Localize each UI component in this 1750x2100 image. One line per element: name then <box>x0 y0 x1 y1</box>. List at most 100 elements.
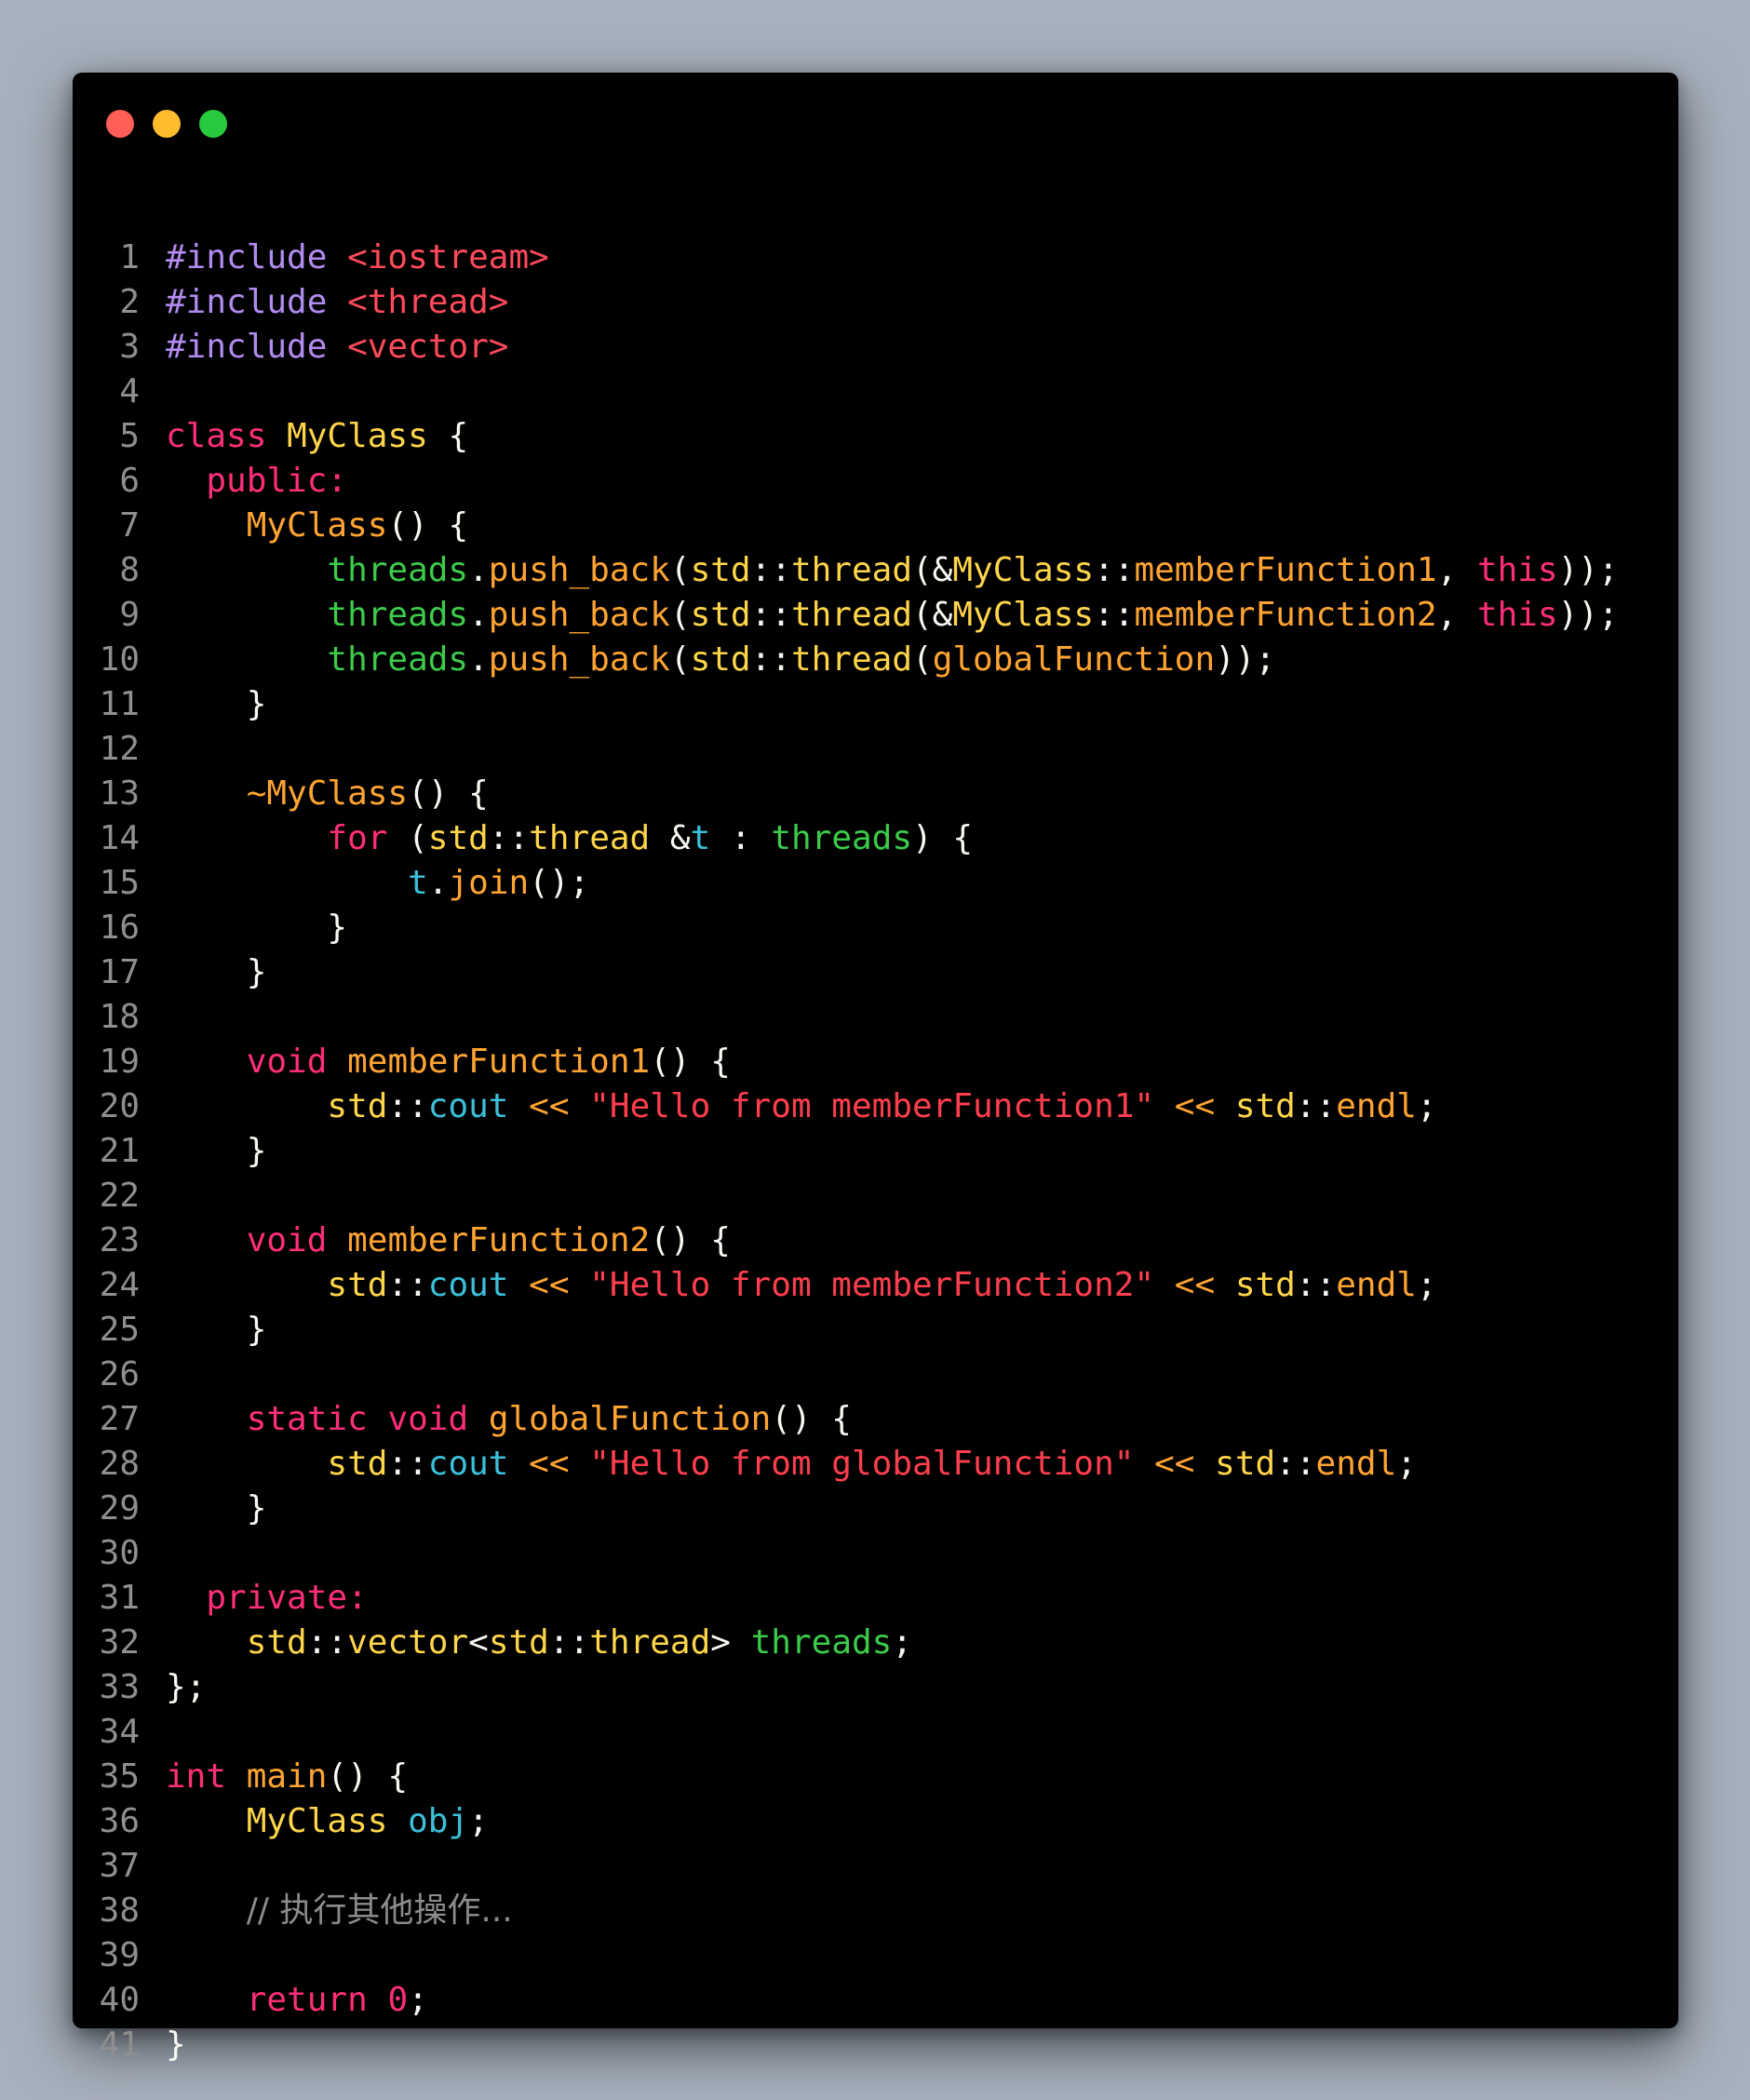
code-line: 22 <box>73 1174 1678 1218</box>
code-token: :: <box>750 596 791 634</box>
code-text: } <box>166 906 1678 950</box>
code-token: this <box>1476 596 1558 634</box>
code-token: this <box>1476 551 1558 589</box>
code-token: memberFunction2 <box>1134 596 1437 634</box>
code-token: static <box>246 1400 368 1438</box>
code-token: , <box>1436 596 1477 634</box>
code-line: 39 <box>73 1933 1678 1978</box>
maximize-button[interactable] <box>199 110 227 138</box>
line-number: 38 <box>99 1891 140 1930</box>
code-line: 38 // 执行其他操作... <box>73 1889 1678 1933</box>
code-line: 19 void memberFunction1() { <box>73 1040 1678 1084</box>
code-line: 35 int main() { <box>73 1755 1678 1799</box>
line-number: 28 <box>99 1445 140 1483</box>
code-line: 15 t.join(); <box>73 861 1678 906</box>
code-token: ( <box>669 640 691 679</box>
code-token: threads <box>771 819 913 857</box>
code-token: std <box>1234 1087 1296 1125</box>
line-number: 24 <box>99 1266 140 1304</box>
code-token: cout <box>427 1087 509 1125</box>
code-text: } <box>166 1129 1678 1174</box>
code-token: <iostream> <box>347 238 549 276</box>
code-token: , <box>1436 551 1477 589</box>
code-text: std::cout << "Hello from globalFunction"… <box>166 1442 1678 1487</box>
code-token: ( <box>669 551 691 589</box>
code-token: #include <box>166 238 328 276</box>
code-text: }; <box>166 1665 1678 1710</box>
code-token: thread <box>529 819 651 857</box>
code-token: MyClass <box>952 551 1095 589</box>
code-line: 17 } <box>73 950 1678 995</box>
code-text: std::cout << "Hello from memberFunction2… <box>166 1263 1678 1308</box>
code-token: "Hello from memberFunction1" <box>589 1087 1155 1125</box>
code-token: memberFunction1 <box>1134 551 1437 589</box>
code-token: endl <box>1315 1445 1397 1483</box>
code-token: "Hello from globalFunction" <box>589 1445 1135 1483</box>
line-number: 39 <box>99 1936 140 1974</box>
line-number: 23 <box>99 1221 140 1259</box>
code-token: (& <box>912 596 953 634</box>
code-text: #include <vector> <box>166 325 1678 370</box>
code-token: MyClass <box>246 506 388 545</box>
minimize-button[interactable] <box>153 110 181 138</box>
code-token: threads <box>327 551 469 589</box>
code-token: ; <box>468 1802 489 1840</box>
code-token: std <box>1234 1266 1296 1304</box>
code-token: } <box>166 1311 267 1349</box>
code-token: cout <box>427 1445 509 1483</box>
code-text: ~MyClass() { <box>166 772 1678 816</box>
code-token: () { <box>387 506 469 545</box>
code-token: public: <box>206 462 348 500</box>
code-line: 12 <box>73 727 1678 772</box>
code-token: (); <box>529 864 590 902</box>
code-token: ( <box>669 596 691 634</box>
code-line: 8 threads.push_back(std::thread(&MyClass… <box>73 548 1678 593</box>
close-button[interactable] <box>106 110 134 138</box>
code-token: main <box>246 1757 328 1796</box>
code-line: 18 <box>73 995 1678 1040</box>
code-token: } <box>166 909 348 947</box>
code-token: ( <box>912 640 933 679</box>
code-line: 26 <box>73 1353 1678 1397</box>
code-line: 13 ~MyClass() { <box>73 772 1678 816</box>
code-text: } <box>166 1487 1678 1531</box>
code-token: thread <box>790 551 912 589</box>
code-text: MyClass() { <box>166 504 1678 548</box>
code-line: 25 } <box>73 1308 1678 1353</box>
code-editor[interactable]: 1 #include <iostream> 2 #include <thread> 3 #… <box>73 236 1678 2067</box>
line-number: 10 <box>99 640 140 679</box>
code-token: () { <box>771 1400 852 1438</box>
code-line: 36 MyClass obj; <box>73 1799 1678 1844</box>
code-token: << <box>529 1087 570 1125</box>
code-line: 29 } <box>73 1487 1678 1531</box>
code-token: } <box>166 953 267 991</box>
code-token: :: <box>750 551 791 589</box>
code-line: 24 std::cout << "Hello from memberFuncti… <box>73 1263 1678 1308</box>
code-token: } <box>166 1132 267 1170</box>
code-token: t <box>690 819 711 857</box>
line-number: 33 <box>99 1668 140 1706</box>
code-token: void <box>246 1221 328 1259</box>
code-line: 14 for (std::thread &t : threads) { <box>73 816 1678 861</box>
line-number: 31 <box>99 1579 140 1617</box>
code-line: 5 class MyClass { <box>73 414 1678 459</box>
line-number: 3 <box>119 328 140 366</box>
code-line: 32 std::vector<std::thread> threads; <box>73 1621 1678 1665</box>
code-text: MyClass obj; <box>166 1799 1678 1844</box>
line-number: 35 <box>99 1757 140 1796</box>
code-token: globalFunction <box>932 640 1216 679</box>
